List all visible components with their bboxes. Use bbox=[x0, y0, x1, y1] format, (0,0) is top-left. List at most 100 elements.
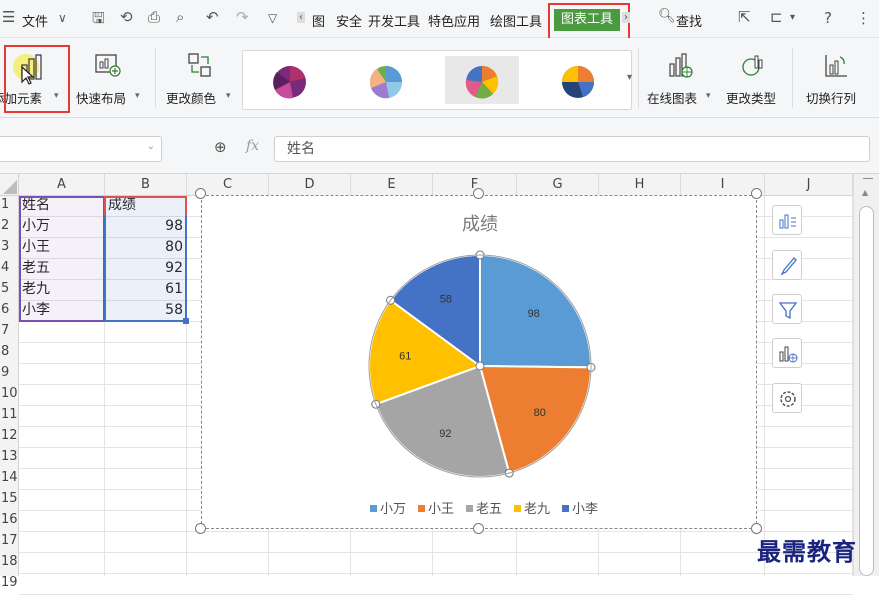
column-header-a[interactable]: A bbox=[19, 174, 105, 196]
save-icon[interactable]: 🖫 bbox=[92, 8, 105, 33]
row-header[interactable]: 8 bbox=[0, 344, 19, 359]
row-header[interactable]: 11 bbox=[0, 407, 19, 422]
online-chart-side-button[interactable] bbox=[772, 338, 802, 368]
column-header-b[interactable]: B bbox=[105, 174, 187, 196]
online-chart-icon[interactable] bbox=[666, 52, 694, 80]
customize-toolbar-icon[interactable]: ▽ bbox=[268, 11, 277, 25]
row-header[interactable]: 19 bbox=[0, 575, 19, 590]
print-icon[interactable]: ⎙ bbox=[148, 8, 160, 26]
chart-resize-handle[interactable] bbox=[473, 523, 484, 534]
data-label[interactable]: 80 bbox=[534, 407, 546, 419]
row-header[interactable]: 16 bbox=[0, 512, 19, 527]
chevron-down-icon[interactable]: ▾ bbox=[706, 91, 711, 101]
row-header[interactable]: 13 bbox=[0, 449, 19, 464]
row-header[interactable]: 7 bbox=[0, 323, 19, 338]
scroll-tabs-right-icon[interactable]: › bbox=[622, 12, 630, 23]
chart-resize-handle[interactable] bbox=[195, 188, 206, 199]
chevron-down-icon[interactable]: ▾ bbox=[790, 12, 795, 23]
undo-history-icon[interactable]: ⟲ bbox=[120, 8, 133, 26]
zoom-lookup-icon[interactable]: ⊕ bbox=[214, 138, 227, 156]
scrollbar-thumb[interactable] bbox=[859, 206, 874, 576]
chart-style-thumb-4[interactable] bbox=[541, 56, 615, 104]
data-label[interactable]: 58 bbox=[440, 294, 452, 306]
select-all-corner[interactable] bbox=[0, 174, 19, 196]
chart-style-button[interactable] bbox=[772, 250, 802, 280]
chevron-down-icon[interactable]: ▾ bbox=[135, 91, 140, 101]
chart-resize-handle[interactable] bbox=[195, 523, 206, 534]
search-icon[interactable]: 🔍︎ bbox=[658, 8, 676, 24]
gallery-more-icon[interactable]: ▾ bbox=[627, 72, 632, 83]
chevron-down-icon[interactable]: ⌄ bbox=[147, 141, 155, 152]
legend-item[interactable]: 小王 bbox=[418, 498, 454, 517]
fill-handle[interactable] bbox=[183, 318, 189, 324]
column-header-d[interactable]: D bbox=[269, 174, 351, 196]
data-label[interactable]: 92 bbox=[439, 428, 451, 440]
row-header[interactable]: 4 bbox=[0, 260, 19, 275]
switch-row-column-icon[interactable] bbox=[822, 52, 850, 80]
row-header[interactable]: 15 bbox=[0, 491, 19, 506]
chart-elements-button[interactable] bbox=[772, 205, 802, 235]
scroll-up-icon[interactable]: ▲ bbox=[862, 188, 868, 197]
column-header-j[interactable]: J bbox=[765, 174, 853, 196]
formula-input[interactable]: 姓名 bbox=[274, 136, 870, 162]
file-menu[interactable]: 文件 bbox=[22, 11, 48, 30]
column-header-e[interactable]: E bbox=[351, 174, 433, 196]
search-label[interactable]: 查找 bbox=[676, 11, 702, 30]
row-header[interactable]: 2 bbox=[0, 218, 19, 233]
tab-insert[interactable]: 图 bbox=[312, 11, 325, 30]
chart-resize-handle[interactable] bbox=[751, 188, 762, 199]
chevron-down-icon[interactable]: ▾ bbox=[226, 91, 231, 101]
switch-row-column-label[interactable]: 切换行列 bbox=[806, 88, 856, 107]
change-color-label[interactable]: 更改颜色 bbox=[166, 88, 216, 107]
tab-drawing-tools[interactable]: 绘图工具 bbox=[490, 11, 542, 30]
row-header[interactable]: 14 bbox=[0, 470, 19, 485]
row-header[interactable]: 6 bbox=[0, 302, 19, 317]
row-header[interactable]: 1 bbox=[0, 197, 19, 212]
help-icon[interactable]: ? bbox=[824, 9, 832, 27]
redo-icon[interactable]: ↷ bbox=[236, 8, 249, 26]
row-header[interactable]: 5 bbox=[0, 281, 19, 296]
data-label[interactable]: 61 bbox=[399, 350, 411, 362]
chart-style-thumb-1[interactable] bbox=[253, 56, 327, 104]
row-header[interactable]: 9 bbox=[0, 365, 19, 380]
change-type-icon[interactable] bbox=[740, 52, 768, 80]
data-label[interactable]: 98 bbox=[528, 308, 540, 320]
row-header[interactable]: 18 bbox=[0, 554, 19, 569]
chevron-down-icon[interactable]: ∨ bbox=[58, 11, 67, 25]
column-header-g[interactable]: G bbox=[517, 174, 599, 196]
online-chart-label[interactable]: 在线图表 bbox=[647, 88, 697, 107]
more-options-icon[interactable]: ⋮ bbox=[856, 9, 871, 27]
tab-developer[interactable]: 开发工具 bbox=[368, 11, 420, 30]
tab-security[interactable]: 安全 bbox=[336, 11, 362, 30]
fx-icon[interactable]: fx bbox=[246, 138, 259, 154]
pie-chart[interactable]: 成绩 98 80 92 61 58 小万 小王 老五 老九 小李 bbox=[201, 195, 757, 529]
change-color-icon[interactable] bbox=[186, 52, 214, 80]
legend-item[interactable]: 小李 bbox=[562, 498, 598, 517]
legend-item[interactable]: 老五 bbox=[466, 498, 502, 517]
chart-style-thumb-3[interactable] bbox=[445, 56, 519, 104]
chart-style-thumb-2[interactable] bbox=[349, 56, 423, 104]
change-type-label[interactable]: 更改类型 bbox=[726, 88, 776, 107]
hamburger-menu-icon[interactable]: ☰ bbox=[2, 8, 15, 26]
share-icon[interactable]: ⇱ bbox=[738, 8, 751, 26]
name-box[interactable]: ⌄ bbox=[0, 136, 162, 162]
vertical-scrollbar[interactable]: ▲ bbox=[853, 174, 879, 576]
tab-special-apps[interactable]: 特色应用 bbox=[428, 11, 480, 30]
column-header-h[interactable]: H bbox=[599, 174, 681, 196]
legend-item[interactable]: 小万 bbox=[370, 498, 406, 517]
chart-filter-button[interactable] bbox=[772, 294, 802, 324]
row-header[interactable]: 17 bbox=[0, 533, 19, 548]
quick-layout-label[interactable]: 快速布局 bbox=[76, 88, 126, 107]
row-header[interactable]: 10 bbox=[0, 386, 19, 401]
print-preview-icon[interactable]: ⌕ bbox=[176, 8, 184, 26]
row-header[interactable]: 12 bbox=[0, 428, 19, 443]
chart-resize-handle[interactable] bbox=[473, 188, 484, 199]
chart-settings-button[interactable] bbox=[772, 383, 802, 413]
scroll-tabs-left-icon[interactable]: ‹ bbox=[297, 12, 305, 23]
row-header[interactable]: 3 bbox=[0, 239, 19, 254]
collaborate-icon[interactable]: ⊏ bbox=[770, 8, 783, 26]
undo-icon[interactable]: ↶ bbox=[206, 8, 219, 26]
legend-item[interactable]: 老九 bbox=[514, 498, 550, 517]
slice-selection-handle[interactable] bbox=[475, 361, 485, 371]
quick-layout-icon[interactable] bbox=[94, 52, 122, 80]
